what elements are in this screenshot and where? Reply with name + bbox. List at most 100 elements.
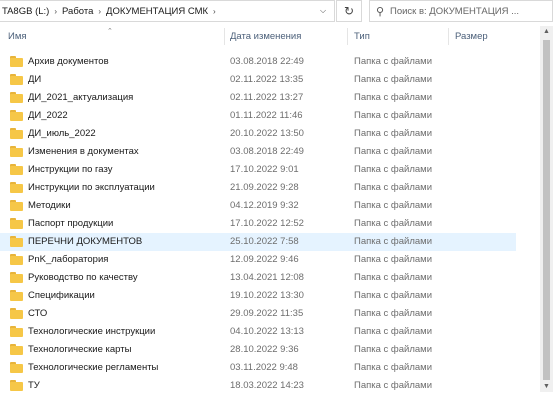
scroll-up-icon[interactable]: ▲ <box>540 28 553 35</box>
breadcrumb-drive[interactable]: TA8GB (L:) <box>0 6 51 17</box>
folder-row[interactable]: Руководство по качеству 13.04.2021 12:08 П… <box>0 269 516 287</box>
vertical-scrollbar[interactable]: ▲ ▼ <box>540 26 553 392</box>
column-divider[interactable] <box>224 28 225 45</box>
folder-row[interactable]: Технологические инструкции 04.10.2022 13:… <box>0 323 516 341</box>
folder-name: ПЕРЕЧНИ ДОКУМЕНТОВ <box>28 236 143 247</box>
folder-row[interactable]: СТО 29.09.2022 11:35 Папка с файлами <box>0 305 516 323</box>
item-type: Папка с файлами <box>354 146 433 157</box>
folder-name: СТО <box>28 308 48 319</box>
address-bar-area: TA8GB (L:) › Работа › ДОКУМЕНТАЦИЯ СМК ›… <box>0 0 553 26</box>
column-header-date[interactable]: Дата изменения <box>230 31 301 42</box>
item-type: Папка с файлами <box>354 200 433 211</box>
scrollbar-thumb[interactable] <box>543 40 550 380</box>
modified-date: 02.11.2022 13:27 <box>230 92 304 103</box>
modified-date: 03.08.2018 22:49 <box>230 56 304 67</box>
folder-name: Технологические карты <box>28 344 132 355</box>
folder-icon <box>10 326 23 337</box>
chevron-down-icon[interactable]: ⌵ <box>311 0 335 22</box>
folder-row[interactable]: Паспорт продукции 17.10.2022 12:52 Папка с… <box>0 215 516 233</box>
item-type: Папка с файлами <box>354 254 433 265</box>
modified-date: 18.03.2022 14:23 <box>230 380 304 391</box>
breadcrumb-current[interactable]: ДОКУМЕНТАЦИЯ СМК <box>104 6 210 17</box>
folder-row[interactable]: ТУ 18.03.2022 14:23 Папка с файлами <box>0 377 516 395</box>
folder-row[interactable]: ДИ_июль_2022 20.10.2022 13:50 Папка с файл… <box>0 125 516 143</box>
item-type: Папка с файлами <box>354 308 433 319</box>
folder-row[interactable]: Изменения в документах 03.08.2018 22:49 Па… <box>0 143 516 161</box>
refresh-icon[interactable]: ↻ <box>336 0 362 22</box>
folder-icon <box>10 146 23 157</box>
item-type: Папка с файлами <box>354 92 433 103</box>
modified-date: 19.10.2022 13:30 <box>230 290 304 301</box>
modified-date: 29.09.2022 11:35 <box>230 308 304 319</box>
folder-icon <box>10 254 23 265</box>
folder-icon <box>10 182 23 193</box>
folder-name: Руководство по качеству <box>28 272 138 283</box>
folder-row[interactable]: ДИ_2021_актуализация 02.11.2022 13:27 Папк… <box>0 89 516 107</box>
folder-row[interactable]: Спецификации 19.10.2022 13:30 Папка с файл… <box>0 287 516 305</box>
item-type: Папка с файлами <box>354 272 433 283</box>
item-type: Папка с файлами <box>354 218 433 229</box>
modified-date: 13.04.2021 12:08 <box>230 272 304 283</box>
item-type: Папка с файлами <box>354 56 433 67</box>
item-type: Папка с файлами <box>354 128 433 139</box>
folder-name: Спецификации <box>28 290 95 301</box>
folder-icon <box>10 272 23 283</box>
folder-name: Паспорт продукции <box>28 218 114 229</box>
column-header-name[interactable]: Имя <box>8 31 27 42</box>
folder-name: Методики <box>28 200 71 211</box>
modified-date: 21.09.2022 9:28 <box>230 182 299 193</box>
folder-name: ТУ <box>28 380 40 391</box>
breadcrumb-chevron-icon[interactable]: › <box>210 7 219 16</box>
search-box[interactable]: ⚲ Поиск в: ДОКУМЕНТАЦИЯ ... <box>369 0 553 22</box>
folder-name: Инструкции по эксплуатации <box>28 182 155 193</box>
item-type: Папка с файлами <box>354 344 433 355</box>
search-placeholder: Поиск в: ДОКУМЕНТАЦИЯ ... <box>390 5 519 17</box>
modified-date: 04.12.2019 9:32 <box>230 200 299 211</box>
scroll-down-icon[interactable]: ▼ <box>540 383 553 390</box>
folder-name: Технологические регламенты <box>28 362 159 373</box>
column-divider[interactable] <box>347 28 348 45</box>
column-header-size[interactable]: Размер <box>455 31 488 42</box>
modified-date: 01.11.2022 11:46 <box>230 110 303 121</box>
folder-row[interactable]: ПЕРЕЧНИ ДОКУМЕНТОВ 25.10.2022 7:58 Папка с… <box>0 233 516 251</box>
column-header-row: ⌃ Имя Дата изменения Тип Размер <box>0 26 540 48</box>
item-type: Папка с файлами <box>354 74 433 85</box>
folder-icon <box>10 92 23 103</box>
folder-name: ДИ <box>28 74 42 85</box>
folder-row[interactable]: Методики 04.12.2019 9:32 Папка с файлами <box>0 197 516 215</box>
folder-row[interactable]: Технологические регламенты 03.11.2022 9:4… <box>0 359 516 377</box>
item-type: Папка с файлами <box>354 164 433 175</box>
modified-date: 12.09.2022 9:46 <box>230 254 299 265</box>
folder-row[interactable]: Инструкции по газу 17.10.2022 9:01 Папка с… <box>0 161 516 179</box>
search-icon: ⚲ <box>375 5 385 18</box>
folder-row[interactable]: ДИ_2022 01.11.2022 11:46 Папка с файлами <box>0 107 516 125</box>
folder-row[interactable]: Инструкции по эксплуатации 21.09.2022 9:2… <box>0 179 516 197</box>
modified-date: 17.10.2022 9:01 <box>230 164 299 175</box>
folder-name: Изменения в документах <box>28 146 139 157</box>
folder-row[interactable]: Технологические карты 28.10.2022 9:36 Папк… <box>0 341 516 359</box>
modified-date: 20.10.2022 13:50 <box>230 128 304 139</box>
modified-date: 02.11.2022 13:35 <box>230 74 304 85</box>
item-type: Папка с файлами <box>354 380 433 391</box>
modified-date: 28.10.2022 9:36 <box>230 344 299 355</box>
folder-row[interactable]: ДИ 02.11.2022 13:35 Папка с файлами <box>0 71 516 89</box>
sort-ascending-icon: ⌃ <box>107 28 113 35</box>
folder-name: ДИ_2022 <box>28 110 68 121</box>
folder-name: PnK_лаборатория <box>28 254 109 265</box>
folder-icon <box>10 236 23 247</box>
item-type: Папка с файлами <box>354 182 433 193</box>
address-bar[interactable]: TA8GB (L:) › Работа › ДОКУМЕНТАЦИЯ СМК › <box>0 0 335 22</box>
folder-icon <box>10 380 23 391</box>
column-header-type[interactable]: Тип <box>354 31 370 42</box>
item-type: Папка с файлами <box>354 362 433 373</box>
modified-date: 04.10.2022 13:13 <box>230 326 304 337</box>
breadcrumb-chevron-icon[interactable]: › <box>51 7 60 16</box>
folder-icon <box>10 110 23 121</box>
folder-name: ДИ_2021_актуализация <box>28 92 134 103</box>
column-divider[interactable] <box>448 28 449 45</box>
breadcrumb-work[interactable]: Работа <box>60 6 95 17</box>
folder-row[interactable]: PnK_лаборатория 12.09.2022 9:46 Папка с фа… <box>0 251 516 269</box>
breadcrumb-chevron-icon[interactable]: › <box>95 7 104 16</box>
folder-row[interactable]: Архив документов 03.08.2018 22:49 Папка с … <box>0 53 516 71</box>
folder-icon <box>10 344 23 355</box>
